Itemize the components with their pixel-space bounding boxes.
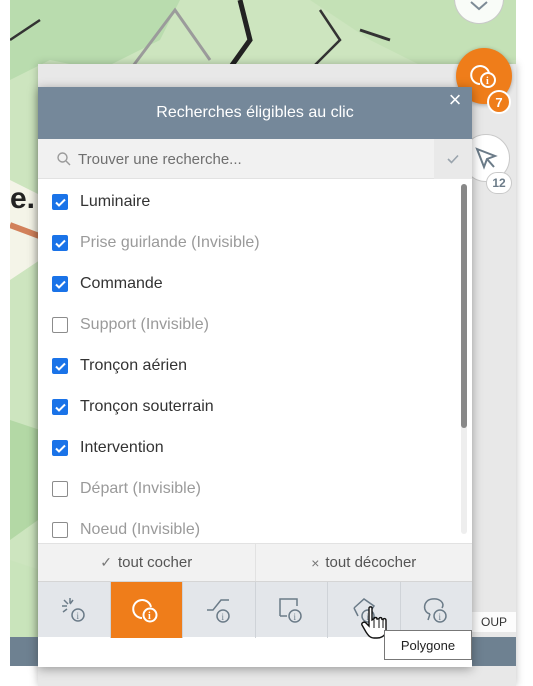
- checkbox[interactable]: [52, 481, 68, 497]
- tooltip: Polygone: [384, 630, 472, 660]
- search-icon: [57, 152, 71, 166]
- check-icon: [54, 198, 66, 207]
- svg-text:i: i: [439, 612, 442, 622]
- click-info-icon: i: [61, 598, 85, 622]
- line-info-icon: i: [206, 599, 230, 623]
- screen: e. i 7 12 OUP Recherches éligibles au cl…: [0, 0, 533, 686]
- list-item[interactable]: Prise guirlande (Invisible): [52, 230, 260, 256]
- check-icon: [54, 362, 66, 371]
- line-info-tool[interactable]: i: [183, 582, 256, 638]
- check-icon: [54, 403, 66, 412]
- checkbox[interactable]: [52, 440, 68, 456]
- info-tools-toolbar: i i i i i i: [38, 581, 472, 638]
- uncheck-all-label: tout décocher: [325, 554, 417, 571]
- svg-text:i: i: [76, 611, 79, 621]
- list-item[interactable]: Intervention: [52, 435, 164, 461]
- check-icon: ✓: [100, 554, 112, 570]
- list-item[interactable]: Noeud (Invisible): [52, 517, 200, 543]
- check-icon: [54, 444, 66, 453]
- search-list[interactable]: Luminaire Prise guirlande (Invisible) Co…: [38, 179, 472, 543]
- panel-header: Recherches éligibles au clic ×: [38, 87, 472, 139]
- list-item-label: Tronçon souterrain: [80, 398, 214, 415]
- svg-text:i: i: [294, 612, 297, 622]
- list-item-label: Commande: [80, 275, 163, 292]
- list-item-label: Luminaire: [80, 193, 151, 210]
- list-item[interactable]: Départ (Invisible): [52, 476, 201, 502]
- circle-info-tool[interactable]: i: [110, 582, 183, 638]
- chevron-icon: [470, 0, 488, 10]
- checkbox[interactable]: [52, 276, 68, 292]
- list-item[interactable]: Commande: [52, 271, 163, 297]
- svg-text:i: i: [148, 611, 151, 622]
- map-tag-label: OUP: [472, 612, 516, 632]
- search-validate-button[interactable]: [434, 139, 472, 179]
- check-icon: [54, 239, 66, 248]
- cursor-select-icon: [475, 147, 498, 170]
- list-item-label: Support (Invisible): [80, 316, 209, 333]
- close-icon: ×: [311, 554, 320, 571]
- tooltip-text: Polygone: [400, 637, 456, 653]
- scrollbar-thumb[interactable]: [461, 184, 467, 428]
- check-all-button[interactable]: ✓ tout cocher: [38, 544, 256, 581]
- svg-text:i: i: [486, 76, 489, 87]
- info-tool-count-badge: 7: [487, 90, 511, 114]
- check-icon: [54, 280, 66, 289]
- list-item[interactable]: Tronçon aérien: [52, 353, 187, 379]
- list-item[interactable]: Tronçon souterrain: [52, 394, 214, 420]
- check-all-label: tout cocher: [118, 554, 193, 571]
- click-info-tool[interactable]: i: [38, 582, 111, 638]
- select-tool-count-badge: 12: [486, 172, 512, 194]
- close-icon[interactable]: ×: [444, 89, 466, 111]
- checkbox[interactable]: [52, 522, 68, 538]
- list-item-label: Tronçon aérien: [80, 357, 188, 374]
- svg-text:i: i: [221, 612, 224, 622]
- list-item-label: Noeud (Invisible): [80, 521, 201, 538]
- checkbox[interactable]: [52, 399, 68, 415]
- check-icon: [447, 154, 459, 164]
- bulk-actions: ✓ tout cocher × tout décocher: [38, 543, 472, 581]
- checkbox[interactable]: [52, 235, 68, 251]
- rectangle-info-tool[interactable]: i: [256, 582, 328, 638]
- list-item-label: Prise guirlande (Invisible): [80, 234, 260, 251]
- search-bar: [38, 139, 472, 179]
- checkbox[interactable]: [52, 358, 68, 374]
- lasso-info-icon: i: [424, 598, 447, 623]
- list-item[interactable]: Luminaire: [52, 189, 150, 215]
- panel-title: Recherches éligibles au clic: [156, 104, 354, 121]
- map-label: e.: [10, 182, 36, 215]
- circle-info-icon: i: [132, 599, 158, 623]
- search-input[interactable]: [78, 145, 428, 173]
- search-info-icon: i: [470, 65, 496, 88]
- rectangle-info-icon: i: [279, 598, 302, 623]
- list-item-label: Intervention: [80, 439, 164, 456]
- eligible-searches-panel: Recherches éligibles au clic × Luminaire…: [38, 87, 472, 667]
- list-item[interactable]: Support (Invisible): [52, 312, 209, 338]
- checkbox[interactable]: [52, 194, 68, 210]
- checkbox[interactable]: [52, 317, 68, 333]
- uncheck-all-button[interactable]: × tout décocher: [256, 544, 473, 581]
- list-item-label: Départ (Invisible): [80, 480, 201, 497]
